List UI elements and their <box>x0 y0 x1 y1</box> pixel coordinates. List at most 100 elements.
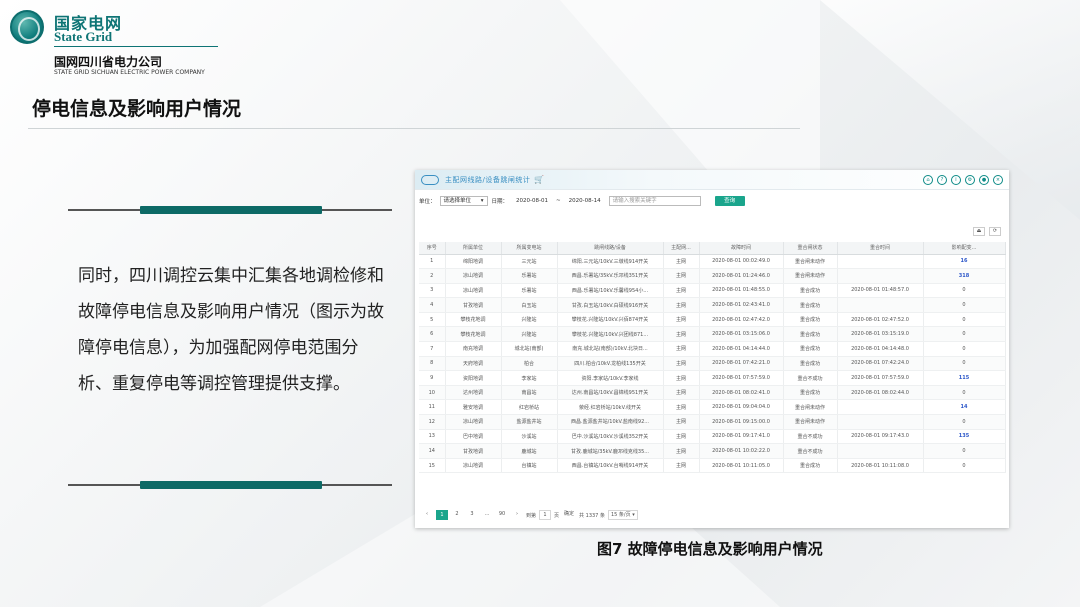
table-row[interactable]: 2 凉山地调 乐署站 西昌.乐署站/35kV.乐邛线351开关 主网 2020-08-01… <box>419 268 1006 284</box>
table-cell: 0 <box>923 326 1006 343</box>
settings-icon[interactable]: ⚙ <box>965 174 975 185</box>
table-cell: 重合闸未动作 <box>783 414 838 430</box>
column-header[interactable]: 序号 <box>419 242 446 255</box>
decorative-divider-top <box>68 206 392 214</box>
table-cell: 主网 <box>663 268 700 284</box>
column-header[interactable]: 主配网... <box>663 242 700 255</box>
table-cell: 14 <box>419 443 446 459</box>
table-cell: 2020-08-01 07:57:59.0 <box>699 370 784 386</box>
table-cell: 重合不成功 <box>783 443 838 459</box>
table-cell: 2020-08-01 07:42:21.0 <box>699 356 784 372</box>
pagination: ‹ 1 2 3... 90 › 到第 1 页 确定 共 1337 条 15 条/页 ▾ <box>421 510 638 520</box>
page-number-button[interactable]: 2 <box>451 510 463 520</box>
column-header[interactable]: 重合闸状态 <box>783 242 838 255</box>
table-cell: 2020-08-01 03:15:06.0 <box>699 326 784 343</box>
confirm-goto-button[interactable]: 确定 <box>562 510 576 520</box>
page-size-select[interactable]: 15 条/页 ▾ <box>607 510 638 520</box>
table-cell: 0 <box>923 341 1006 357</box>
table-cell: 四川.柏合/10kV.龙柏线135开关 <box>557 356 664 372</box>
table-cell: 台镇站 <box>501 458 558 474</box>
info-icon[interactable]: i <box>951 174 961 185</box>
help-icon[interactable]: ? <box>937 174 947 185</box>
table-row[interactable]: 13 巴中地调 沙溪站 巴中.沙溪站/10kV.沙溪线352开关 主网 2020-08-0… <box>419 429 1006 445</box>
table-cell: 重合成功 <box>783 356 838 372</box>
table-cell: 重合成功 <box>783 283 838 299</box>
table-cell: 城北站(南部) <box>501 341 558 357</box>
table-cell: 主网 <box>663 283 700 299</box>
home-icon[interactable]: ⌂ <box>923 174 933 185</box>
decorative-divider-bottom <box>68 481 392 489</box>
table-cell: 2020-08-01 08:02:41.0 <box>699 385 784 401</box>
close-icon[interactable]: × <box>993 174 1003 185</box>
column-header[interactable]: 所属单位 <box>445 242 502 255</box>
table-cell: 115 <box>923 370 1006 386</box>
table-cell: 重合成功 <box>783 341 838 357</box>
date-from-field[interactable]: 2020-08-01 <box>512 198 552 204</box>
page-number-button[interactable]: 1 <box>436 510 448 520</box>
chevron-down-icon: ▾ <box>480 198 484 204</box>
table-row[interactable]: 8 天府地调 柏合 四川.柏合/10kV.龙柏线135开关 主网 2020-08-01 0… <box>419 356 1006 372</box>
table-cell: 重合成功 <box>783 312 838 328</box>
cart-icon[interactable]: 🛒 <box>534 175 544 184</box>
page-number-button[interactable]: 3 <box>466 510 478 520</box>
figure-caption: 图7 故障停电信息及影响用户情况 <box>597 540 823 558</box>
table-cell: 三元站 <box>501 254 558 270</box>
table-row[interactable]: 7 南充地调 城北站(南部) 南充.城北站(南部)/10kV.北块日... 主网 2020… <box>419 341 1006 357</box>
chevron-down-icon: ▾ <box>632 512 635 518</box>
table-row[interactable]: 14 甘孜地调 鹿城站 甘孜.鹿城站/35kV.鹿邛线克线35... 主网 2020-08… <box>419 443 1006 459</box>
goto-page-input[interactable]: 1 <box>539 510 552 520</box>
column-header[interactable]: 重合时间 <box>837 242 924 255</box>
column-header[interactable]: 故障时间 <box>699 242 784 255</box>
table-row[interactable]: 10 达州地调 南昌站 达州.南昌站/10kV.昌锦线951开关 主网 2020-08-0… <box>419 385 1006 401</box>
column-header[interactable]: 影响配变... <box>923 242 1006 255</box>
table-cell: 重合不成功 <box>783 370 838 386</box>
user-icon[interactable]: ● <box>979 174 989 185</box>
export-icon[interactable]: ⏏ <box>973 227 985 236</box>
logo-name-en: State Grid <box>54 29 113 44</box>
table-row[interactable]: 3 凉山地调 乐署站 西昌.乐署站/10kV.乐馨线954小... 主网 2020-08-… <box>419 283 1006 299</box>
table-row[interactable]: 9 资阳地调 李家站 资阳.李家站/10kV.李家线 主网 2020-08-01 07:5… <box>419 370 1006 386</box>
table-cell: 2020-08-01 04:14:44.0 <box>699 341 784 357</box>
header-toolbar: ⌂ ? i ⚙ ● × <box>923 174 1003 185</box>
table-cell: 16 <box>923 254 1006 270</box>
table-cell: 9 <box>419 370 446 386</box>
table-cell: 凉山地调 <box>445 283 502 299</box>
table-cell: 2020-08-01 01:48:57.0 <box>837 283 924 299</box>
table-cell: 乐署站 <box>501 283 558 299</box>
table-cell: 乐署站 <box>501 268 558 284</box>
table-cell: 资阳地调 <box>445 370 502 386</box>
table-cell: 凉山地调 <box>445 414 502 430</box>
app-header: 主配网线路/设备跳闸统计 🛒 ⌂ ? i ⚙ ● × <box>415 170 1009 190</box>
table-row[interactable]: 12 凉山地调 盐源盐井站 西昌.盐源盐井站/10kV.盐南线92... 主网 2020-… <box>419 414 1006 430</box>
column-header[interactable]: 跳闸线路/设备 <box>557 242 664 255</box>
table-row[interactable]: 5 攀枝花地调 兴隆站 攀枝花.兴隆站/10kV.兴佰874开关 主网 2020-08-0… <box>419 312 1006 328</box>
next-page-button[interactable]: › <box>511 510 523 520</box>
table-cell: 5 <box>419 312 446 328</box>
prev-page-button[interactable]: ‹ <box>421 510 433 520</box>
date-to-field[interactable]: 2020-08-14 <box>565 198 605 204</box>
refresh-icon[interactable]: ⟳ <box>989 227 1001 236</box>
table-cell: 2020-08-01 10:11:08.0 <box>837 458 924 474</box>
table-cell: 0 <box>923 297 1006 313</box>
table-cell: 攀枝花地调 <box>445 326 502 343</box>
unit-select[interactable]: 请选择单位 ▾ <box>439 196 488 206</box>
table-cell: 南充地调 <box>445 341 502 357</box>
page-number-button[interactable]: 90 <box>496 510 508 520</box>
table-row[interactable]: 6 攀枝花地调 兴隆站 攀枝花.兴隆站/10kV.兴团线871... 主网 2020-08… <box>419 326 1006 343</box>
table-cell: 7 <box>419 341 446 357</box>
table-cell: 2020-08-01 02:47:52.0 <box>837 312 924 328</box>
table-cell: 天府地调 <box>445 356 502 372</box>
table-cell: 雅安地调 <box>445 399 502 416</box>
table-row[interactable]: 4 甘孜地调 白玉站 甘孜.白玉站/10kV.白硕线916开关 主网 2020-08-01… <box>419 297 1006 313</box>
table-row[interactable]: 1 绵阳地调 三元站 绵阳.三元站/10kV.三墩线914开关 主网 2020-08-01… <box>419 254 1006 270</box>
table-cell: 0 <box>923 458 1006 474</box>
body-paragraph: 同时，四川调控云集中汇集各地调检修和故障停电信息及影响用户情况（图示为故障停电信… <box>78 266 384 394</box>
table-cell: 8 <box>419 356 446 372</box>
search-input[interactable]: 请输入搜索关键字 <box>608 196 701 206</box>
outage-table: 序号 所属单位 所属变电站 跳闸线路/设备 主配网... 故障时间 重合闸状态 重合时间 影响配… <box>419 242 1006 474</box>
column-header[interactable]: 所属变电站 <box>501 242 558 255</box>
table-row[interactable]: 11 雅安地调 红岩桥站 荥经.红岩桥站/10kV.线开关 主网 2020-08-01 0… <box>419 399 1006 416</box>
table-row[interactable]: 15 凉山地调 台镇站 西昌.台镇站/10kV.台哨线914开关 主网 2020-08-0… <box>419 458 1006 474</box>
query-button[interactable]: 查询 <box>714 196 745 206</box>
table-cell: 兴隆站 <box>501 312 558 328</box>
